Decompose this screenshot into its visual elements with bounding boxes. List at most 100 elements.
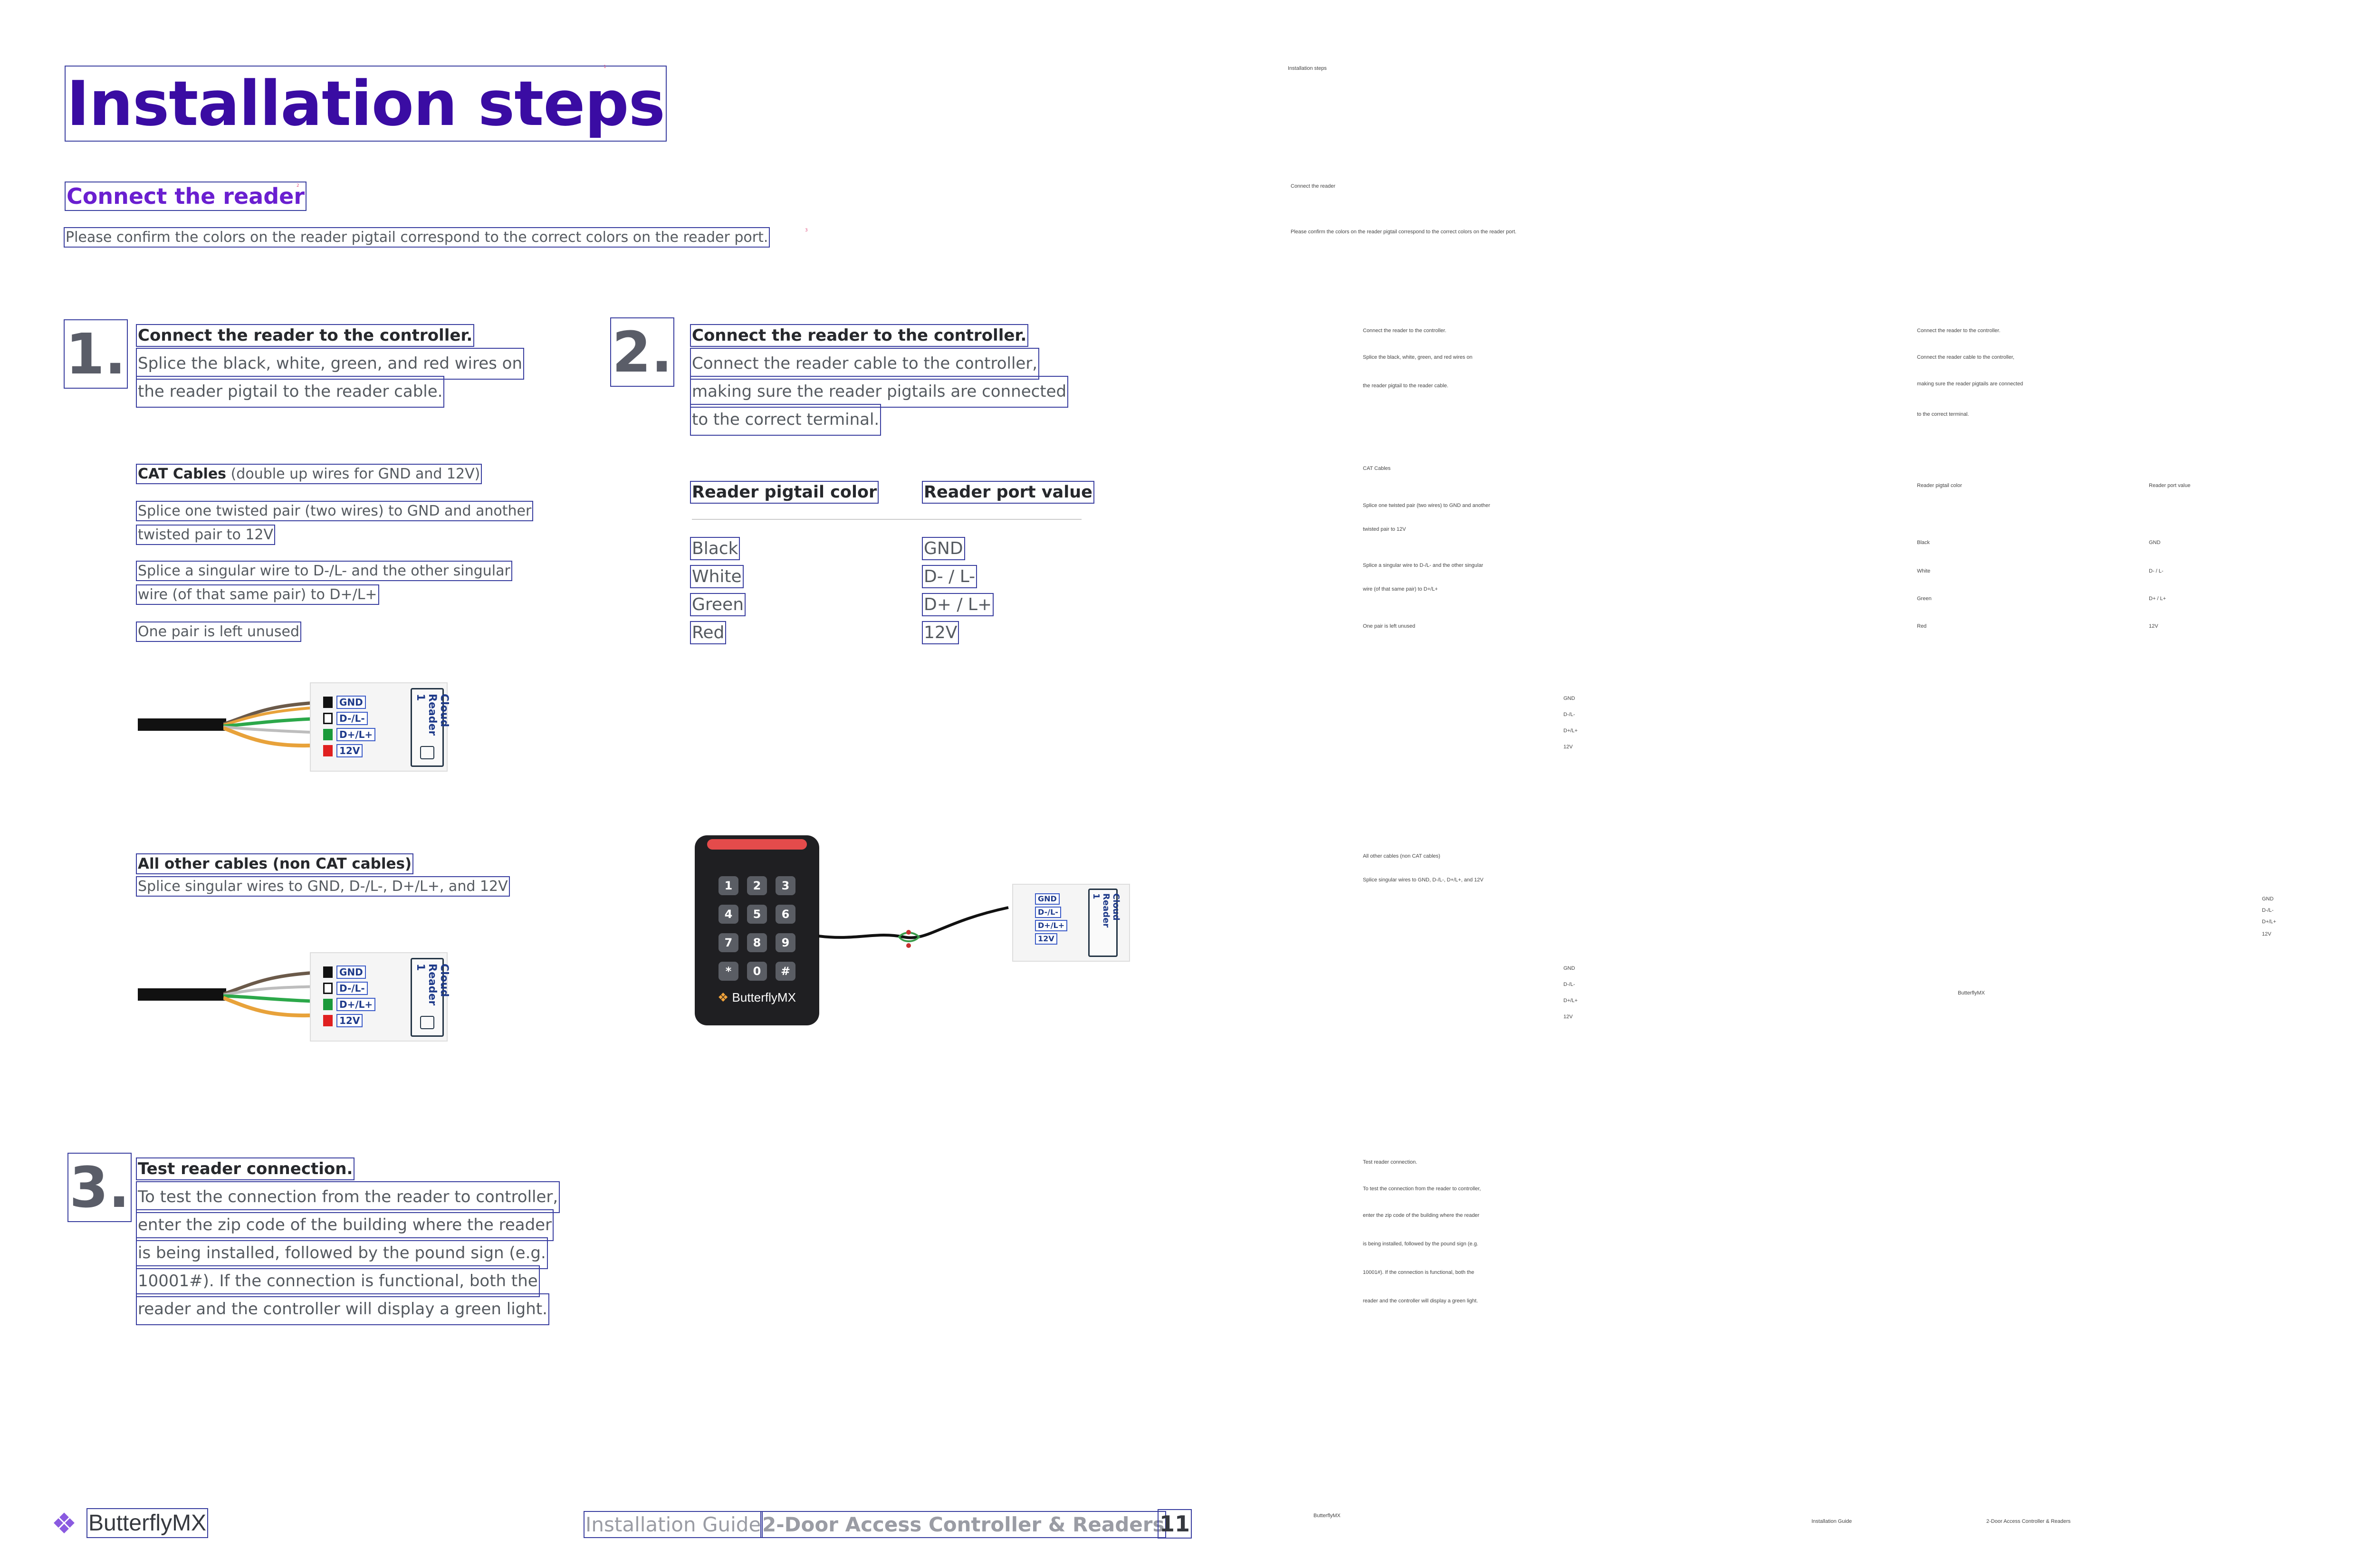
reader-brand: ❖ ButterflyMX: [718, 990, 796, 1005]
tiny-intro: Please confirm the colors on the reader …: [1291, 229, 1517, 235]
tiny-step1-heading: Connect the reader to the controller.: [1363, 328, 1447, 334]
table-cell: Red: [690, 621, 727, 644]
footer-product: 2-Door Access Controller & Readers: [760, 1511, 1167, 1538]
reader-led: [707, 839, 807, 850]
tiny-terminal: D-/L-: [1563, 712, 1575, 717]
terminal-swatch: [323, 745, 333, 756]
keypad-reader: 1 2 3 4 5 6 7 8 9 * 0 # ❖ ButterflyMX: [695, 835, 819, 1025]
terminal-swatch: [323, 729, 333, 740]
page-title: Installation steps: [65, 66, 667, 142]
intro-text: Please confirm the colors on the reader …: [63, 227, 770, 248]
tiny-cat-item: twisted pair to 12V: [1363, 526, 1406, 532]
tiny-title: Installation steps: [1288, 66, 1327, 71]
step1-heading: Connect the reader to the controller.: [135, 324, 475, 347]
keypad-key: 2: [747, 876, 767, 895]
keypad-key: 9: [776, 933, 795, 952]
tiny-cat-item: Splice a singular wire to D-/L- and the …: [1363, 563, 1484, 568]
connector-icon: [420, 746, 434, 759]
terminal-label: GND: [336, 966, 366, 979]
terminal-label: 12V: [336, 1014, 363, 1027]
tiny-terminal: 12V: [1563, 744, 1573, 750]
tiny-table-header: Reader pigtail color: [1917, 483, 1962, 488]
tiny-footer-guide: Installation Guide: [1811, 1519, 1852, 1524]
cat-cables-note: (double up wires for GND and 12V): [230, 466, 480, 482]
tiny-terminal: GND: [1563, 696, 1575, 701]
terminal-label: D-/L-: [336, 712, 368, 725]
keypad-key: 4: [719, 905, 738, 924]
tiny-terminal: D+/L+: [2262, 919, 2276, 925]
footer-page-number: 11: [1157, 1509, 1192, 1539]
table-cell: 12V: [921, 621, 959, 644]
tiny-terminal: GND: [2262, 896, 2274, 902]
tiny-section-title: Connect the reader: [1291, 183, 1336, 189]
terminal-swatch: [323, 713, 333, 724]
keypad-key: *: [719, 962, 738, 981]
terminal-swatch: [323, 966, 333, 978]
tiny-table-cell: White: [1917, 568, 1931, 574]
tiny-step3-line: 10001#). If the connection is functional…: [1363, 1270, 1475, 1275]
cat-cables-label: CAT Cables: [138, 466, 227, 482]
other-cables-heading: All other cables (non CAT cables): [135, 853, 414, 874]
tiny-table-header: Reader port value: [2149, 483, 2191, 488]
tiny-step3-line: is being installed, followed by the poun…: [1363, 1241, 1478, 1247]
step2-body-line-3: to the correct terminal.: [690, 404, 881, 436]
keypad-key: #: [776, 962, 795, 981]
terminal-label: GND: [336, 696, 366, 709]
tiny-step3-line: reader and the controller will display a…: [1363, 1298, 1478, 1304]
tiny-step3-heading: Test reader connection.: [1363, 1159, 1418, 1165]
tiny-table-cell: 12V: [2149, 623, 2158, 629]
tiny-reader-brand: ButterflyMX: [1958, 990, 1985, 996]
step2-number: 2.: [610, 317, 674, 387]
terminal-label: D+/L+: [336, 728, 376, 741]
terminal-label: D-/L-: [336, 982, 368, 995]
tiny-step3-line: To test the connection from the reader t…: [1363, 1186, 1481, 1192]
terminal-label: D+/L+: [336, 998, 376, 1011]
cat-cables-heading: CAT Cables (double up wires for GND and …: [135, 464, 482, 484]
tiny-table-cell: D- / L-: [2149, 568, 2164, 574]
step1-number: 1.: [64, 319, 128, 389]
step3-body-line-1: To test the connection from the reader t…: [135, 1181, 560, 1213]
cat-item-3: One pair is left unused: [135, 621, 302, 642]
table-cell: Black: [690, 537, 740, 560]
tiny-terminal: 12V: [1563, 1014, 1573, 1020]
terminal-label: D+/L+: [1035, 920, 1068, 931]
table-cell: D- / L-: [921, 565, 977, 588]
keypad-key: 7: [719, 933, 738, 952]
section-title: Connect the reader: [64, 182, 307, 211]
keypad-key: 6: [776, 905, 795, 924]
table-cell: GND: [922, 537, 965, 560]
table-cell: D+ / L+: [921, 593, 994, 616]
tiny-terminal: GND: [1563, 966, 1575, 971]
tiny-other: All other cables (non CAT cables): [1363, 853, 1440, 859]
table-header-port: Reader port value: [922, 481, 1094, 504]
tiny-terminal: D+/L+: [1563, 728, 1578, 734]
reader-cable: [818, 906, 1009, 948]
step1-body-line-2: the reader pigtail to the reader cable.: [135, 376, 445, 408]
keypad-key: 0: [747, 962, 767, 981]
step3-body-line-3: is being installed, followed by the poun…: [136, 1237, 548, 1269]
step1-body-line-1: Splice the black, white, green, and red …: [135, 348, 525, 380]
terminal-swatch: [323, 999, 333, 1010]
connector-icon: [420, 1016, 434, 1029]
table-header-color: Reader pigtail color: [690, 481, 879, 504]
cat-item-1-line-2: twisted pair to 12V: [135, 525, 276, 545]
plate-label: Cloud Reader 1: [414, 964, 450, 1006]
terminal-label: 12V: [336, 744, 363, 757]
tiny-terminal: D+/L+: [1563, 998, 1578, 1004]
plate-label: Cloud Reader 1: [414, 694, 450, 736]
tiny-step3-line: enter the zip code of the building where…: [1363, 1213, 1480, 1218]
step3-number: 3.: [67, 1153, 132, 1222]
keypad-key: 5: [747, 905, 767, 924]
tiny-step1-line: Splice the black, white, green, and red …: [1363, 354, 1473, 360]
tiny-step2-line: to the correct terminal.: [1917, 411, 1969, 417]
tiny-table-cell: D+ / L+: [2149, 596, 2166, 602]
table-cell: Green: [690, 593, 746, 616]
step2-body-line-1: Connect the reader cable to the controll…: [690, 348, 1040, 380]
step3-body-line-5: reader and the controller will display a…: [136, 1293, 549, 1325]
tiny-table-cell: GND: [2149, 540, 2161, 545]
tiny-table-cell: Red: [1917, 623, 1927, 629]
step3-heading: Test reader connection.: [135, 1157, 355, 1180]
tiny-terminal: D-/L-: [2262, 908, 2274, 913]
tiny-table-cell: Green: [1917, 596, 1932, 602]
step2-body-line-2: making sure the reader pigtails are conn…: [690, 376, 1069, 408]
